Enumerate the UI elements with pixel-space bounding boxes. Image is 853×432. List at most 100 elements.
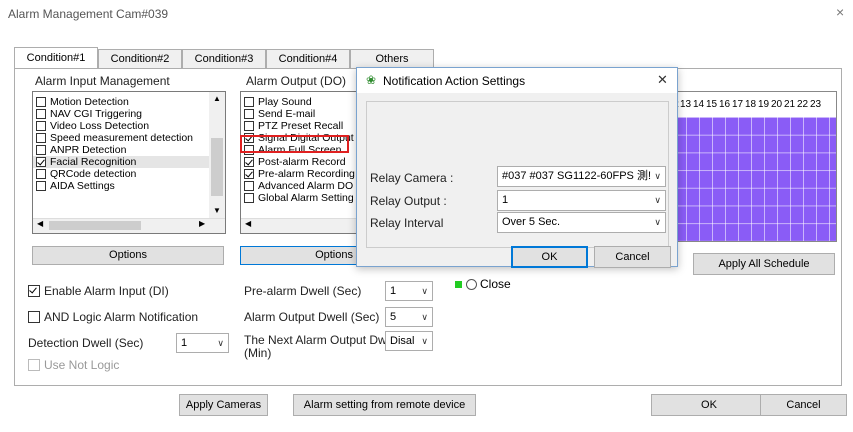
cancel-button[interactable]: Cancel bbox=[760, 394, 847, 416]
and-logic-row[interactable]: AND Logic Alarm Notification bbox=[28, 310, 198, 324]
ok-button[interactable]: OK bbox=[651, 394, 767, 416]
chevron-down-icon[interactable]: ▼ bbox=[213, 206, 221, 215]
output-label: Alarm Output (DO) bbox=[244, 74, 349, 88]
tab-condition-3[interactable]: Condition#3 bbox=[182, 49, 266, 68]
checkbox[interactable] bbox=[36, 181, 46, 191]
list-item[interactable]: Play Sound bbox=[241, 96, 356, 108]
checkbox[interactable] bbox=[36, 109, 46, 119]
chevron-left-icon[interactable]: ◀ bbox=[245, 219, 251, 228]
checkbox[interactable] bbox=[244, 109, 254, 119]
input-mgmt-label: Alarm Input Management bbox=[33, 74, 172, 88]
horizontal-scrollbar[interactable]: ◀ ▶ bbox=[33, 218, 225, 233]
checkbox[interactable] bbox=[36, 121, 46, 131]
chevron-up-icon[interactable]: ▲ bbox=[213, 94, 221, 103]
detection-dwell-select[interactable]: 1 ∨ bbox=[176, 333, 229, 353]
next-output-dwell-select[interactable]: Disal ∨ bbox=[385, 331, 433, 351]
relay-output-select[interactable]: 1 ∨ bbox=[497, 190, 666, 211]
list-item[interactable]: Pre-alarm Recording bbox=[241, 168, 356, 180]
dialog-cancel-button[interactable]: Cancel bbox=[594, 246, 671, 268]
checkbox[interactable] bbox=[244, 97, 254, 107]
checkbox[interactable] bbox=[36, 157, 46, 167]
chevron-down-icon: ∨ bbox=[421, 286, 428, 296]
apply-all-schedule-button[interactable]: Apply All Schedule bbox=[693, 253, 835, 275]
checkbox[interactable] bbox=[36, 145, 46, 155]
chevron-down-icon: ∨ bbox=[654, 171, 661, 181]
list-item[interactable]: PTZ Preset Recall bbox=[241, 120, 356, 132]
checkbox[interactable] bbox=[244, 169, 254, 179]
list-item[interactable]: Facial Recognition bbox=[33, 156, 209, 168]
input-options-button[interactable]: Options bbox=[32, 246, 224, 265]
highlight-box bbox=[240, 135, 349, 153]
relay-interval-select[interactable]: Over 5 Sec. ∨ bbox=[497, 212, 666, 233]
tab-others[interactable]: Others bbox=[350, 49, 434, 68]
enable-alarm-input-row[interactable]: Enable Alarm Input (DI) bbox=[28, 284, 169, 298]
chevron-left-icon[interactable]: ◀ bbox=[37, 219, 43, 228]
legend-swatch bbox=[455, 280, 462, 288]
list-item[interactable]: Post-alarm Record bbox=[241, 156, 356, 168]
checkbox[interactable] bbox=[244, 193, 254, 203]
tab-condition-4[interactable]: Condition#4 bbox=[266, 49, 350, 68]
gear-icon: ❀ bbox=[366, 73, 377, 87]
horizontal-scrollbar[interactable]: ◀ bbox=[241, 218, 356, 233]
list-item[interactable]: NAV CGI Triggering bbox=[33, 108, 209, 120]
chevron-down-icon: ∨ bbox=[654, 217, 661, 227]
checkbox[interactable] bbox=[28, 285, 40, 297]
tab-bar: Condition#1 Condition#2 Condition#3 Cond… bbox=[14, 47, 439, 69]
list-item[interactable]: QRCode detection bbox=[33, 168, 209, 180]
checkbox[interactable] bbox=[36, 97, 46, 107]
list-item[interactable]: Motion Detection bbox=[33, 96, 209, 108]
output-dwell-select[interactable]: 5 ∨ bbox=[385, 307, 433, 327]
pre-alarm-dwell-label: Pre-alarm Dwell (Sec) bbox=[244, 284, 362, 298]
list-item[interactable]: Global Alarm Setting bbox=[241, 192, 356, 204]
relay-camera-select[interactable]: #037 #037 SG1122-60FPS 測! ∨ bbox=[497, 166, 666, 187]
checkbox[interactable] bbox=[244, 121, 254, 131]
chevron-right-icon[interactable]: ▶ bbox=[199, 219, 205, 228]
dialog-ok-button[interactable]: OK bbox=[511, 246, 588, 268]
dialog-titlebar: ❀ Notification Action Settings ✕ bbox=[357, 68, 677, 93]
list-item[interactable]: Speed measurement detection bbox=[33, 132, 209, 144]
use-not-logic-label: Use Not Logic bbox=[44, 358, 120, 372]
chevron-down-icon: ∨ bbox=[421, 312, 428, 322]
checkbox[interactable] bbox=[36, 169, 46, 179]
enable-alarm-input-label: Enable Alarm Input (DI) bbox=[44, 284, 169, 298]
schedule-legend: Close bbox=[455, 277, 511, 291]
checkbox[interactable] bbox=[28, 311, 40, 323]
checkbox[interactable] bbox=[244, 181, 254, 191]
list-item[interactable]: Video Loss Detection bbox=[33, 120, 209, 132]
chevron-down-icon: ∨ bbox=[217, 338, 224, 348]
list-item[interactable]: Send E-mail bbox=[241, 108, 356, 120]
and-logic-label: AND Logic Alarm Notification bbox=[44, 310, 199, 324]
tab-condition-1[interactable]: Condition#1 bbox=[14, 47, 98, 68]
output-list[interactable]: Play Sound Send E-mail PTZ Preset Recall… bbox=[240, 91, 357, 234]
checkbox[interactable] bbox=[36, 133, 46, 143]
chevron-down-icon: ∨ bbox=[421, 336, 428, 346]
radio-icon[interactable] bbox=[466, 278, 477, 290]
list-item[interactable]: ANPR Detection bbox=[33, 144, 209, 156]
relay-output-label: Relay Output : bbox=[370, 194, 447, 208]
pre-alarm-dwell-select[interactable]: 1 ∨ bbox=[385, 281, 433, 301]
relay-camera-label: Relay Camera : bbox=[370, 171, 454, 185]
vertical-scrollbar[interactable]: ▲ ▼ bbox=[209, 92, 225, 219]
legend-close-label: Close bbox=[480, 277, 511, 291]
input-mgmt-list[interactable]: Motion Detection NAV CGI Triggering Vide… bbox=[32, 91, 226, 234]
window-close-icon[interactable]: × bbox=[836, 4, 844, 20]
list-item[interactable]: Advanced Alarm DO bbox=[241, 180, 356, 192]
relay-interval-label: Relay Interval bbox=[370, 216, 444, 230]
output-options-button[interactable]: Options bbox=[240, 246, 358, 265]
next-output-dwell-label: The Next Alarm Output Dwell (Min) bbox=[244, 333, 399, 360]
schedule-grid[interactable]: 2 13 14 15 16 17 18 19 20 21 22 23 bbox=[672, 91, 837, 242]
list-item[interactable]: AIDA Settings bbox=[33, 180, 209, 192]
checkbox[interactable] bbox=[28, 359, 40, 371]
remote-setting-button[interactable]: Alarm setting from remote device bbox=[293, 394, 476, 416]
chevron-down-icon: ∨ bbox=[654, 195, 661, 205]
dialog-close-icon[interactable]: ✕ bbox=[657, 72, 668, 88]
tab-condition-2[interactable]: Condition#2 bbox=[98, 49, 182, 68]
schedule-hour-header: 2 13 14 15 16 17 18 19 20 21 22 23 bbox=[673, 99, 822, 110]
scroll-thumb[interactable] bbox=[49, 221, 141, 230]
checkbox[interactable] bbox=[244, 157, 254, 167]
use-not-logic-row[interactable]: Use Not Logic bbox=[28, 358, 119, 372]
detection-dwell-label: Detection Dwell (Sec) bbox=[28, 336, 144, 350]
scroll-thumb[interactable] bbox=[211, 138, 223, 196]
apply-cameras-button[interactable]: Apply Cameras bbox=[179, 394, 268, 416]
schedule-cells[interactable] bbox=[673, 117, 836, 241]
